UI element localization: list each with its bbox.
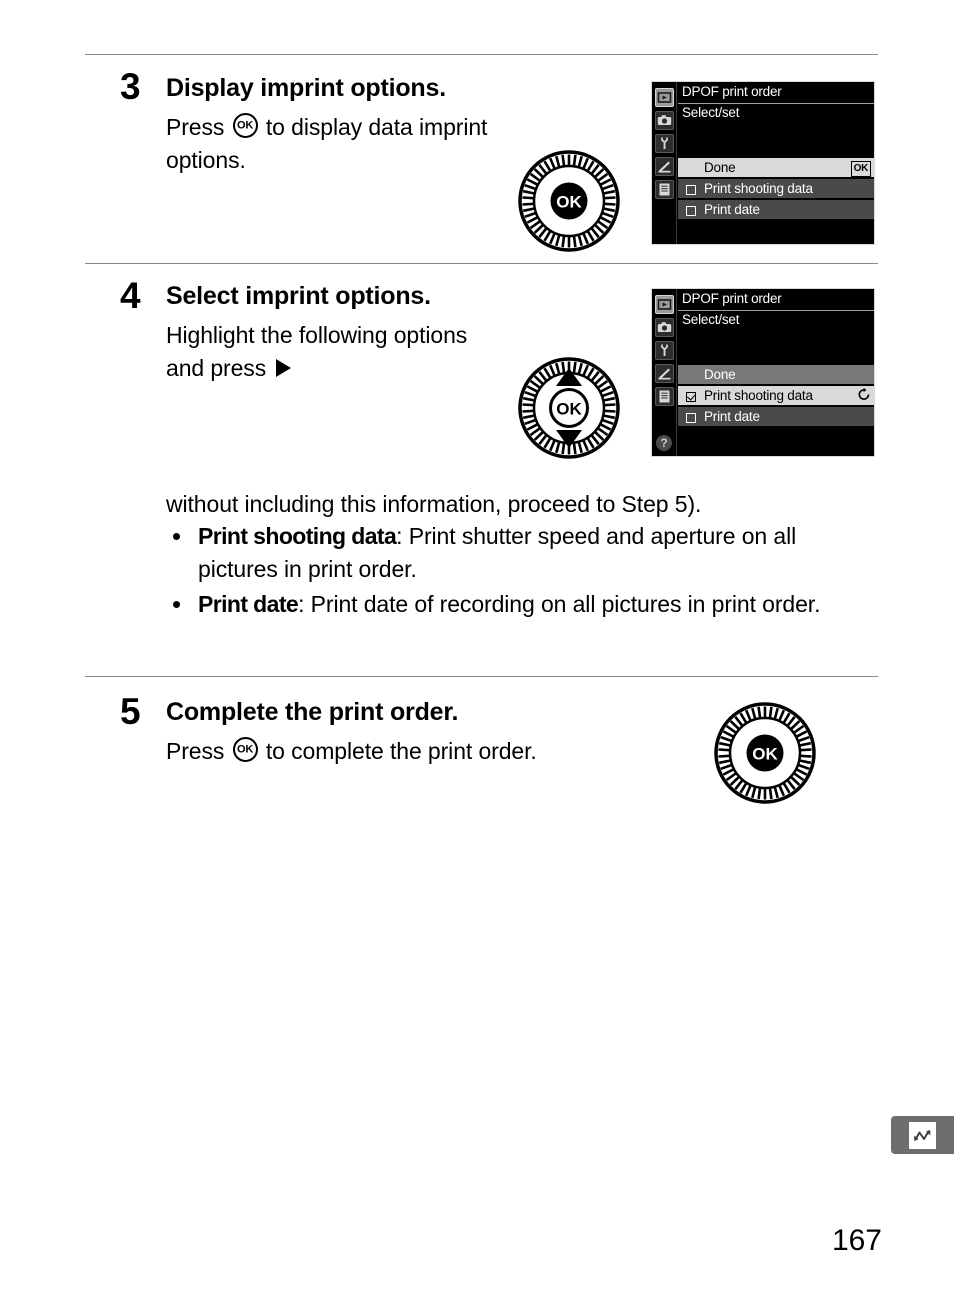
lcd-screen-step-3: DPOF print order Select/set Done OK Prin… bbox=[651, 81, 875, 245]
lcd-4-row-shooting-data-label: Print shooting data bbox=[704, 388, 813, 403]
step-5-text-after: to complete the print order. bbox=[259, 738, 537, 764]
lcd-4-row-done[interactable]: Done bbox=[678, 365, 874, 384]
manual-page: 3 Display imprint options. Press to disp… bbox=[0, 0, 954, 1314]
lcd-4-checkbox-print-date[interactable] bbox=[678, 410, 704, 423]
step-4-text-col: Highlight the following options and pres… bbox=[166, 319, 496, 385]
recent-settings-icon bbox=[655, 180, 674, 199]
lcd-3-title: DPOF print order bbox=[682, 84, 782, 99]
step-5-text: Press to complete the print order. bbox=[166, 735, 726, 768]
pencil-icon bbox=[655, 157, 674, 176]
lcd-3-checkbox-print-date[interactable] bbox=[678, 203, 704, 216]
svg-text:OK: OK bbox=[556, 400, 582, 419]
lcd-4-row-done-label: Done bbox=[704, 367, 736, 382]
multi-selector-dial-step-4: OK bbox=[518, 357, 620, 464]
lcd-screen-step-4: ? DPOF print order Select/set Done Print… bbox=[651, 288, 875, 457]
bullet-dot-icon bbox=[173, 533, 180, 540]
step-5-number: 5 bbox=[120, 691, 141, 732]
lcd-3-row-done[interactable]: Done OK bbox=[678, 158, 874, 177]
playback-icon bbox=[655, 88, 674, 107]
camera-icon bbox=[655, 111, 674, 130]
bullet-print-date: Print date: Print date of recording on a… bbox=[166, 588, 866, 621]
ok-button-icon bbox=[232, 737, 258, 762]
lcd-4-title-rule bbox=[678, 310, 874, 311]
step-4-title: Select imprint options. bbox=[166, 282, 431, 310]
playback-icon bbox=[655, 295, 674, 314]
right-arrow-icon bbox=[276, 359, 292, 378]
lcd-4-title: DPOF print order bbox=[682, 291, 782, 306]
step-4-number: 4 bbox=[120, 275, 141, 316]
lcd-4-rows: Done Print shooting data Print date bbox=[678, 365, 874, 426]
step-3-title: Display imprint options. bbox=[166, 74, 446, 102]
lcd-3-rows: Done OK Print shooting data Print date bbox=[678, 158, 874, 219]
lcd-4-row-print-date-label: Print date bbox=[704, 409, 760, 424]
bullet-dot-icon bbox=[173, 601, 180, 609]
lcd-3-row-done-label: Done bbox=[704, 160, 736, 175]
bullet-desc-2: : Print date of recording on all picture… bbox=[298, 591, 821, 618]
svg-text:OK: OK bbox=[752, 745, 778, 764]
step-4-text-part-2: without including this information, proc… bbox=[166, 491, 702, 517]
ok-button-icon bbox=[232, 113, 258, 138]
help-icon[interactable]: ? bbox=[656, 435, 672, 451]
wrench-icon bbox=[655, 341, 674, 360]
lcd-3-row-shooting-data[interactable]: Print shooting data bbox=[678, 179, 874, 198]
camera-icon bbox=[655, 318, 674, 337]
chapter-tab bbox=[891, 1116, 954, 1154]
bullet-print-shooting-data: Print shooting data: Print shutter speed… bbox=[166, 520, 866, 586]
step-3-text: Press to display data imprint options. bbox=[166, 111, 496, 177]
ok-badge-icon: OK bbox=[850, 159, 871, 177]
lcd-3-checkbox-shooting-data[interactable] bbox=[678, 182, 704, 195]
pencil-icon bbox=[655, 364, 674, 383]
step-4-bullets: Print shooting data: Print shutter speed… bbox=[166, 520, 866, 623]
circle-arrow-icon bbox=[857, 387, 871, 404]
lcd-3-subtitle: Select/set bbox=[682, 105, 740, 120]
step-3-text-before: Press bbox=[166, 114, 231, 140]
multi-selector-dial-step-5: OK bbox=[714, 702, 816, 809]
multi-selector-dial-step-3: OK bbox=[518, 150, 620, 257]
retouch-zigzag-icon bbox=[909, 1121, 936, 1149]
bullet-term-1: Print shooting data bbox=[198, 523, 397, 549]
lcd-4-checkbox-shooting-data[interactable] bbox=[678, 389, 704, 402]
lcd-sidebar-4: ? bbox=[652, 289, 677, 456]
bullet-term-2: Print date bbox=[198, 591, 299, 618]
section-divider-step4 bbox=[85, 263, 878, 264]
step-4-text-part-2-wrap: without including this information, proc… bbox=[166, 488, 866, 521]
lcd-3-row-print-date[interactable]: Print date bbox=[678, 200, 874, 219]
lcd-sidebar-3 bbox=[652, 82, 677, 244]
lcd-4-row-shooting-data[interactable]: Print shooting data bbox=[678, 386, 874, 405]
wrench-icon bbox=[655, 134, 674, 153]
svg-text:OK: OK bbox=[556, 193, 582, 212]
lcd-3-row-print-date-label: Print date bbox=[704, 202, 760, 217]
lcd-4-row-print-date[interactable]: Print date bbox=[678, 407, 874, 426]
lcd-3-title-rule bbox=[678, 103, 874, 104]
recent-settings-icon bbox=[655, 387, 674, 406]
section-divider-step5 bbox=[85, 676, 878, 677]
step-5-text-before: Press bbox=[166, 738, 231, 764]
step-4-text-part-1: Highlight the following options and pres… bbox=[166, 322, 468, 382]
page-number: 167 bbox=[831, 1224, 882, 1257]
step-3-number: 3 bbox=[120, 66, 141, 107]
lcd-3-row-shooting-data-label: Print shooting data bbox=[704, 181, 813, 196]
step-5-title: Complete the print order. bbox=[166, 698, 459, 726]
lcd-4-subtitle: Select/set bbox=[682, 312, 740, 327]
section-divider-top bbox=[85, 54, 878, 55]
